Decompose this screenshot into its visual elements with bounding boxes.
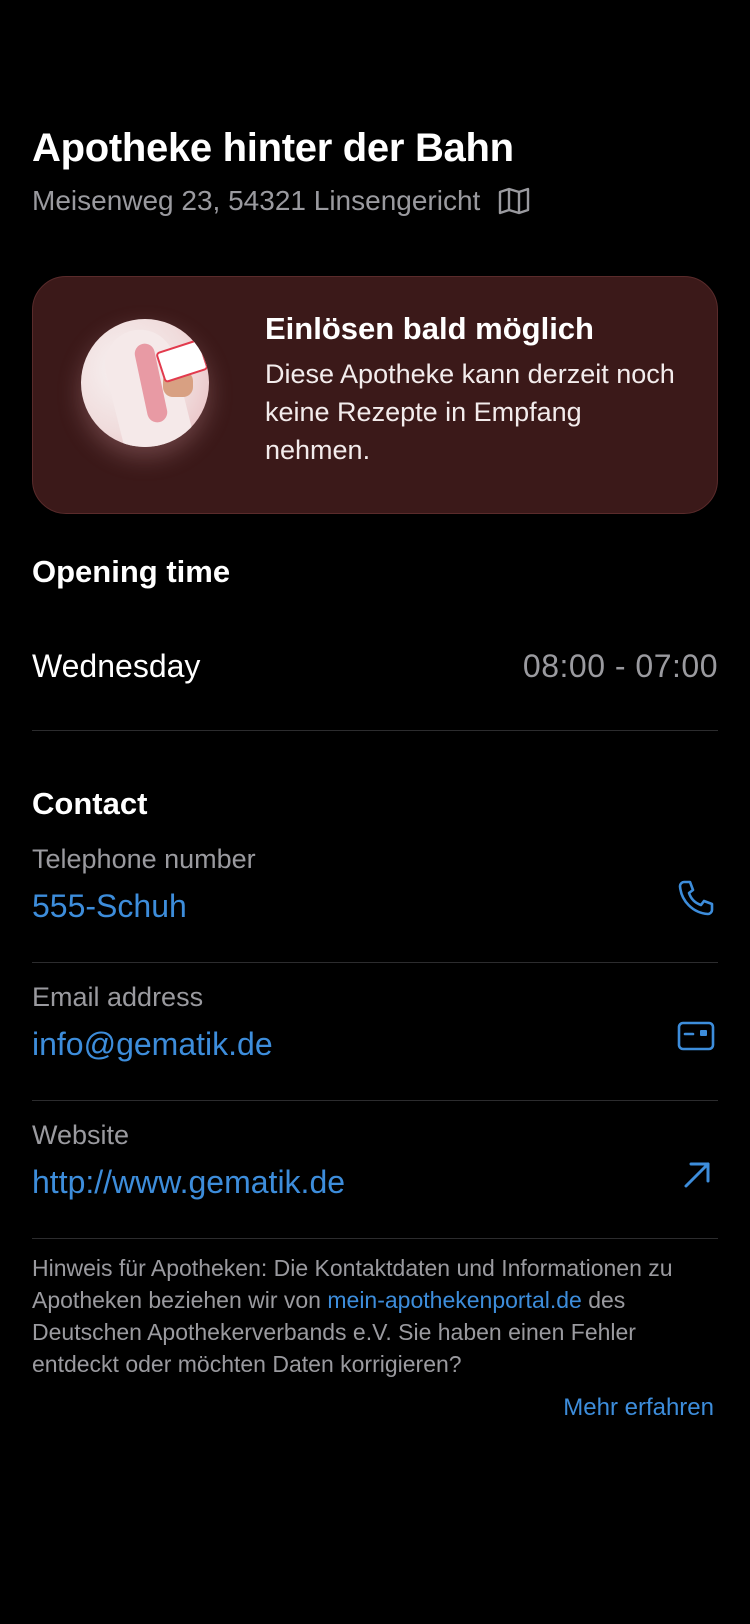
pharmacist-illustration [81, 319, 209, 447]
pharmacy-address: Meisenweg 23, 54321 Linsengericht [32, 185, 481, 216]
opening-day: Wednesday [32, 648, 201, 684]
website-value[interactable]: http://www.gematik.de [32, 1164, 345, 1201]
phone-icon[interactable] [676, 878, 716, 918]
opening-hours: 08:00 - 07:00 [522, 648, 718, 684]
contact-heading: Contact [32, 786, 148, 821]
map-icon[interactable] [498, 187, 530, 215]
email-value[interactable]: info@gematik.de [32, 1026, 273, 1063]
banner-title: Einlösen bald möglich [265, 311, 594, 346]
pharmacy-data-hint: Hinweis für Apotheken: Die Kontaktdaten … [32, 1252, 718, 1380]
email-label: Email address [32, 982, 204, 1012]
opening-hours-row: Wednesday 08:00 - 07:00 [32, 630, 718, 731]
redeem-soon-banner: Einlösen bald möglich Diese Apotheke kan… [32, 276, 718, 514]
learn-more-link[interactable]: Mehr erfahren [563, 1394, 714, 1422]
opening-time-heading: Opening time [32, 554, 231, 589]
pharmacy-name: Apotheke hinter der Bahn [32, 126, 514, 170]
contact-website-row[interactable]: Website http://www.gematik.de [32, 1100, 718, 1239]
contact-phone-row[interactable]: Telephone number 555-Schuh [32, 824, 718, 963]
website-label: Website [32, 1120, 130, 1150]
apothekenportal-link[interactable]: mein-apothekenportal.de [327, 1287, 581, 1313]
phone-value[interactable]: 555-Schuh [32, 888, 187, 925]
banner-text: Diese Apotheke kann derzeit noch keine R… [265, 359, 675, 465]
mail-icon[interactable] [676, 1016, 716, 1056]
arrow-up-right-icon[interactable] [676, 1154, 716, 1194]
contact-email-row[interactable]: Email address info@gematik.de [32, 962, 718, 1101]
address-row[interactable]: Meisenweg 23, 54321 Linsengericht [32, 185, 530, 217]
phone-label: Telephone number [32, 844, 256, 874]
